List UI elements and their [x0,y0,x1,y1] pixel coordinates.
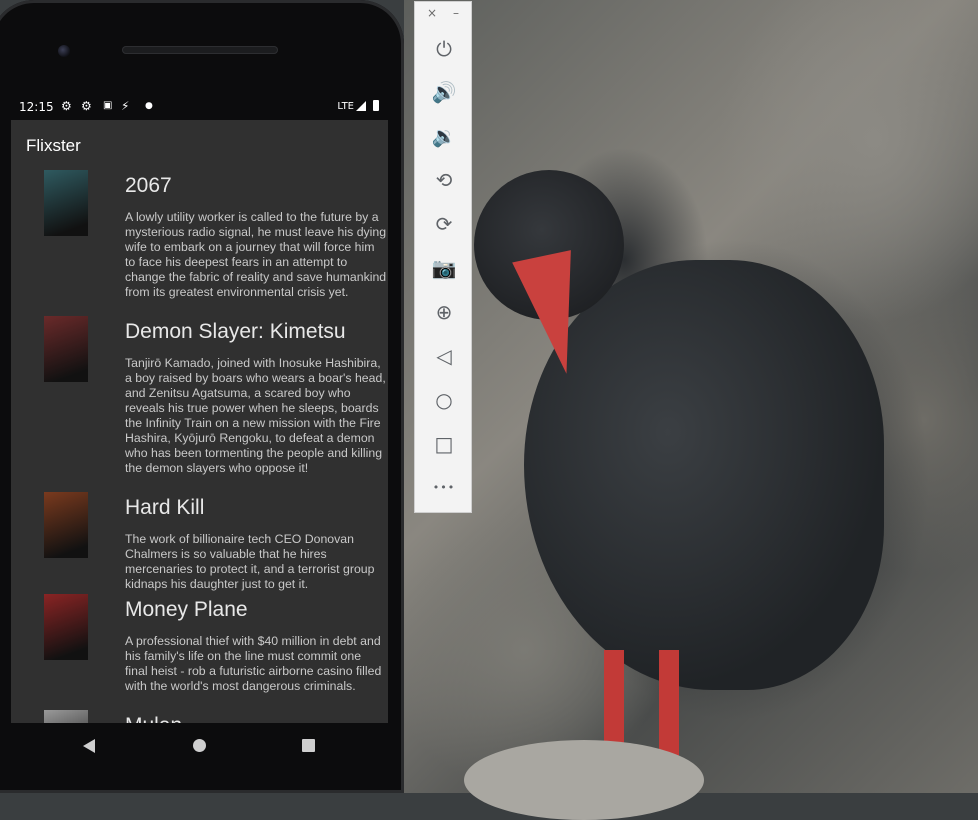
settings-icon: ⚙ [81,99,92,113]
movie-overview: A professional thief with $40 million in… [125,634,382,693]
movie-title: 2067 [125,174,172,197]
zoom-icon[interactable]: ⊕ [429,297,459,327]
power-icon[interactable]: ⏻ [429,34,459,64]
navigation-bar [11,723,388,773]
app-bar: Flixster [11,120,388,172]
volume-up-icon[interactable]: 🔊 [429,77,459,107]
camera-icon[interactable]: 📷 [429,253,459,283]
back-icon[interactable] [83,739,95,753]
movie-poster [44,492,88,558]
front-camera [58,45,70,57]
movie-poster [44,594,88,660]
movie-overview: Tanjirō Kamado, joined with Inosuke Hash… [125,356,386,475]
back-icon[interactable]: ◁ [429,341,459,371]
movie-title: Hard Kill [125,496,205,519]
dot-icon: ● [145,101,153,111]
data-saver-icon: ⚡ [121,99,130,113]
rotate-right-icon[interactable]: ⟳ [429,209,459,239]
status-bar: 12:15 ⚙ ⚙ ▣ ⚡ ● LTE [11,96,388,120]
volume-down-icon[interactable]: 🔉 [429,121,459,151]
battery-icon [373,100,379,111]
movie-title: Mulan [125,714,182,723]
app-screen: Flixster 2067 A lowly utility worker is … [11,120,388,723]
signal-icon [356,101,366,111]
network-type: LTE [337,101,354,112]
rotate-left-icon[interactable]: ⟲ [429,165,459,195]
home-icon[interactable] [193,739,206,752]
sim-icon: ▣ [103,100,113,111]
status-time: 12:15 [19,100,54,114]
desktop-wallpaper [404,0,978,820]
settings-icon: ⚙ [61,99,72,113]
earpiece-speaker [122,46,278,54]
rock-shape [464,740,704,820]
emulator-toolbar: × – ⏻ 🔊 🔉 ⟲ ⟳ 📷 ⊕ ◁ ○ □ ••• [414,1,472,513]
movie-poster [44,710,88,723]
movie-overview: The work of billionaire tech CEO Donovan… [125,532,375,591]
movie-overview: A lowly utility worker is called to the … [125,210,387,299]
movie-poster [44,170,88,236]
movie-poster [44,316,88,382]
overview-icon[interactable]: □ [429,429,459,459]
home-icon[interactable]: ○ [429,385,459,415]
movie-title: Demon Slayer: Kimetsu [125,320,346,343]
close-icon[interactable]: × [427,6,437,20]
more-icon[interactable]: ••• [429,473,459,503]
minimize-icon[interactable]: – [453,6,459,20]
movie-title: Money Plane [125,598,248,621]
recents-icon[interactable] [302,739,315,752]
app-title: Flixster [26,136,81,155]
